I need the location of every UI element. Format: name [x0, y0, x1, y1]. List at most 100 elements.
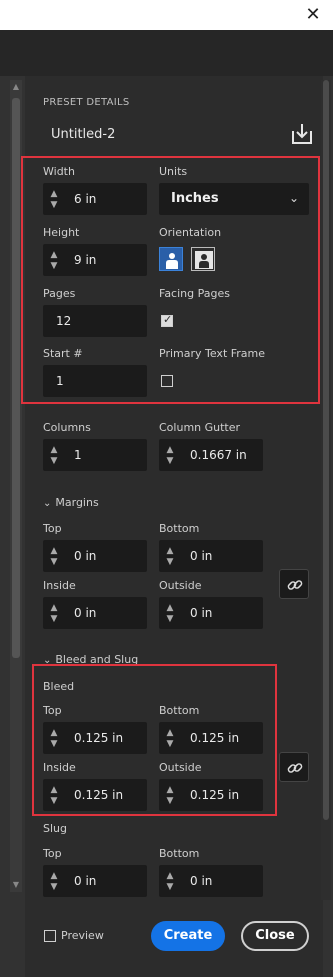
- bleed-label: Bleed: [43, 680, 75, 693]
- margin-inside-stepper-icon[interactable]: ▲ ▼: [47, 603, 61, 625]
- bleed-inside-field[interactable]: ▲ ▼ 0.125 in: [43, 779, 147, 811]
- width-stepper-icon[interactable]: ▲ ▼: [47, 189, 61, 211]
- landscape-person-icon: [195, 251, 213, 269]
- margin-outside-stepper-icon[interactable]: ▲ ▼: [163, 603, 177, 625]
- landscape-orientation-button[interactable]: [191, 247, 215, 271]
- bleed-outside-label: Outside: [159, 761, 202, 774]
- slug-top-stepper-icon[interactable]: ▲ ▼: [47, 871, 61, 893]
- bleed-bottom-stepper-icon[interactable]: ▲ ▼: [163, 728, 177, 750]
- chevron-down-icon: ⌄: [43, 498, 52, 509]
- bleed-top-stepper-icon[interactable]: ▲ ▼: [47, 728, 61, 750]
- orientation-label: Orientation: [159, 226, 222, 239]
- pages-label: Pages: [43, 287, 76, 300]
- primary-text-frame-label: Primary Text Frame: [159, 347, 266, 360]
- margin-bottom-value[interactable]: 0 in: [190, 549, 212, 563]
- column-gutter-field[interactable]: ▲ ▼ 0.1667 in: [159, 439, 263, 471]
- bleed-outside-stepper-icon[interactable]: ▲ ▼: [163, 785, 177, 807]
- bleed-link-button[interactable]: [279, 752, 309, 782]
- chain-link-icon: [287, 763, 303, 773]
- facing-pages-checkbox[interactable]: ✓: [161, 313, 173, 327]
- start-number-value[interactable]: 1: [56, 374, 64, 388]
- slug-label: Slug: [43, 822, 67, 835]
- bleed-top-value[interactable]: 0.125 in: [74, 731, 123, 745]
- top-band: [0, 30, 333, 76]
- gutter-stepper-icon[interactable]: ▲ ▼: [163, 445, 177, 467]
- preset-details-heading: PRESET DETAILS: [43, 97, 130, 108]
- units-value[interactable]: Inches: [171, 191, 219, 206]
- portrait-person-icon: [166, 253, 178, 269]
- margin-outside-field[interactable]: ▲ ▼ 0 in: [159, 597, 263, 629]
- column-gutter-value[interactable]: 0.1667 in: [190, 448, 247, 462]
- margins-link-button[interactable]: [279, 569, 309, 599]
- create-button[interactable]: Create: [151, 921, 225, 951]
- bleed-slug-section-label: Bleed and Slug: [55, 653, 139, 666]
- slug-bottom-value[interactable]: 0 in: [190, 874, 212, 888]
- margin-top-value[interactable]: 0 in: [74, 549, 96, 563]
- margin-outside-label: Outside: [159, 579, 202, 592]
- bleed-bottom-value[interactable]: 0.125 in: [190, 731, 239, 745]
- margin-bottom-label: Bottom: [159, 522, 200, 535]
- columns-value[interactable]: 1: [74, 448, 82, 462]
- bleed-inside-stepper-icon[interactable]: ▲ ▼: [47, 785, 61, 807]
- height-stepper-icon[interactable]: ▲ ▼: [47, 250, 61, 272]
- margins-section-label: Margins: [55, 496, 99, 509]
- margin-bottom-field[interactable]: ▲ ▼ 0 in: [159, 540, 263, 572]
- pages-field[interactable]: 12: [43, 305, 147, 337]
- margin-top-field[interactable]: ▲ ▼ 0 in: [43, 540, 147, 572]
- slug-bottom-label: Bottom: [159, 847, 200, 860]
- bleed-bottom-label: Bottom: [159, 704, 200, 717]
- bleed-inside-value[interactable]: 0.125 in: [74, 788, 123, 802]
- preview-checkbox[interactable]: [44, 930, 56, 942]
- margin-bottom-stepper-icon[interactable]: ▲ ▼: [163, 546, 177, 568]
- units-select[interactable]: Inches ⌄: [159, 183, 309, 215]
- height-label: Height: [43, 226, 80, 239]
- right-scrollbar-thumb[interactable]: [323, 80, 329, 820]
- bleed-top-field[interactable]: ▲ ▼ 0.125 in: [43, 722, 147, 754]
- bleed-bottom-field[interactable]: ▲ ▼ 0.125 in: [159, 722, 263, 754]
- bleed-top-label: Top: [43, 704, 62, 717]
- window-titlebar: ✕: [0, 0, 333, 30]
- width-label: Width: [43, 165, 75, 178]
- checkmark-icon: ✓: [163, 313, 173, 326]
- portrait-orientation-button[interactable]: [159, 247, 183, 271]
- scrollbar-thumb[interactable]: [12, 98, 20, 658]
- bleed-outside-value[interactable]: 0.125 in: [190, 788, 239, 802]
- right-scrollbar[interactable]: [321, 80, 331, 900]
- start-number-field[interactable]: 1: [43, 365, 147, 397]
- width-value[interactable]: 6 in: [74, 192, 96, 206]
- document-name[interactable]: Untitled-2: [51, 127, 115, 142]
- slug-top-field[interactable]: ▲ ▼ 0 in: [43, 865, 147, 897]
- column-gutter-label: Column Gutter: [159, 421, 241, 434]
- margin-outside-value[interactable]: 0 in: [190, 606, 212, 620]
- width-field[interactable]: ▲ ▼ 6 in: [43, 183, 147, 215]
- slug-top-value[interactable]: 0 in: [74, 874, 96, 888]
- height-value[interactable]: 9 in: [74, 253, 96, 267]
- slug-bottom-field[interactable]: ▲ ▼ 0 in: [159, 865, 263, 897]
- chevron-down-icon: ⌄: [43, 655, 52, 666]
- margin-top-label: Top: [43, 522, 62, 535]
- columns-stepper-icon[interactable]: ▲ ▼: [47, 445, 61, 467]
- margins-section-toggle[interactable]: ⌄ Margins: [43, 496, 99, 509]
- margin-top-stepper-icon[interactable]: ▲ ▼: [47, 546, 61, 568]
- bleed-outside-field[interactable]: ▲ ▼ 0.125 in: [159, 779, 263, 811]
- scroll-down-arrow-icon[interactable]: ▼: [11, 880, 21, 890]
- left-scrollbar[interactable]: ▲ ▼: [10, 80, 22, 892]
- bleed-slug-section-toggle[interactable]: ⌄ Bleed and Slug: [43, 653, 138, 666]
- primary-text-frame-checkbox[interactable]: [161, 375, 173, 387]
- height-field[interactable]: ▲ ▼ 9 in: [43, 244, 147, 276]
- margin-inside-label: Inside: [43, 579, 76, 592]
- scroll-up-arrow-icon[interactable]: ▲: [11, 82, 21, 92]
- close-button[interactable]: Close: [241, 921, 309, 951]
- chevron-down-icon[interactable]: ⌄: [289, 191, 299, 205]
- save-preset-icon[interactable]: [290, 122, 314, 146]
- bleed-inside-label: Inside: [43, 761, 76, 774]
- columns-field[interactable]: ▲ ▼ 1: [43, 439, 147, 471]
- start-number-label: Start #: [43, 347, 83, 360]
- preview-label[interactable]: Preview: [61, 929, 104, 942]
- pages-value[interactable]: 12: [56, 314, 71, 328]
- slug-bottom-stepper-icon[interactable]: ▲ ▼: [163, 871, 177, 893]
- window-close-icon[interactable]: ✕: [303, 5, 323, 25]
- columns-label: Columns: [43, 421, 91, 434]
- margin-inside-field[interactable]: ▲ ▼ 0 in: [43, 597, 147, 629]
- margin-inside-value[interactable]: 0 in: [74, 606, 96, 620]
